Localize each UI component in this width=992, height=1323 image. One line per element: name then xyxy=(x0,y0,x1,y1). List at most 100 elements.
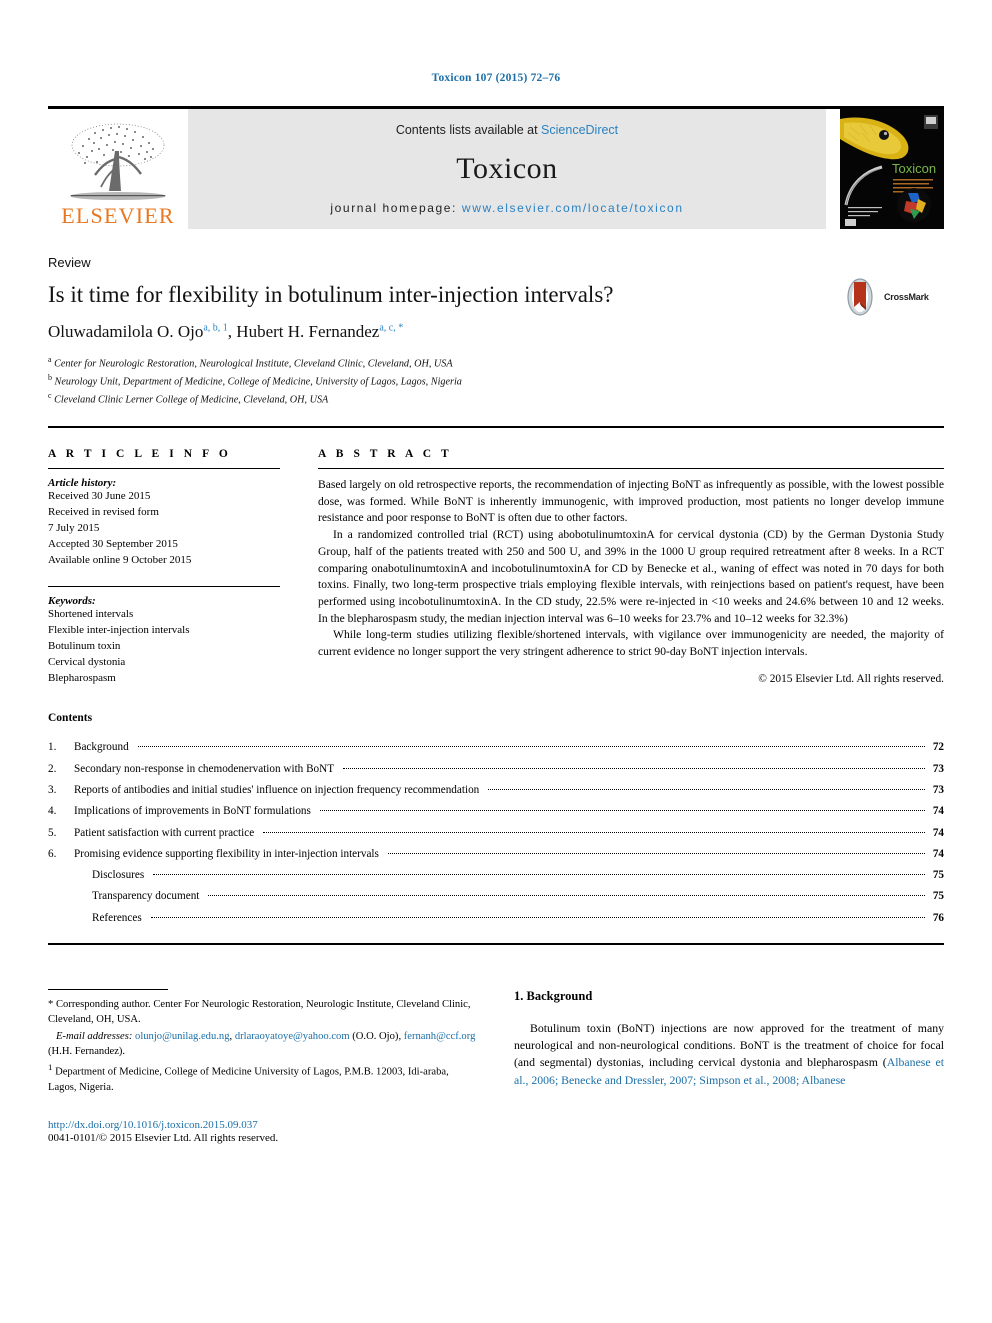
toc-number: 1. xyxy=(48,741,57,754)
abstract-paragraph: In a randomized controlled trial (RCT) u… xyxy=(318,528,944,625)
toc-label[interactable]: Secondary non-response in chemodenervati… xyxy=(74,759,339,780)
toc-item[interactable]: Transparency document 75 xyxy=(48,886,944,907)
article-history-item: Received in revised form xyxy=(48,506,159,518)
keywords-rule xyxy=(48,585,280,587)
toc-number: 3. xyxy=(48,784,57,796)
email-label: E-mail addresses: xyxy=(55,1031,133,1043)
issn-copyright: 0041-0101/© 2015 Elsevier Ltd. All right… xyxy=(48,1131,279,1144)
elsevier-logo: ELSEVIER xyxy=(48,109,188,229)
toc-label[interactable]: Reports of antibodies and initial studie… xyxy=(74,780,484,801)
email-link[interactable]: drlaraoyatoye@yahoo.com xyxy=(235,1031,350,1042)
contents-heading: Contents xyxy=(48,712,93,725)
abstract-paragraph: While long-term studies utilizing flexib… xyxy=(318,628,944,658)
page-content: Toxicon 107 (2015) 72–76 ELSEVIER Conten… xyxy=(48,0,944,1144)
crossmark-icon[interactable] xyxy=(840,277,880,317)
article-info-rule xyxy=(48,468,280,470)
toc-leader-dots xyxy=(153,874,925,876)
title-block: Review Is it time for flexibility in bot… xyxy=(48,255,944,408)
author-affil-marks[interactable]: a, b, 1 xyxy=(203,323,227,334)
toc-item[interactable]: 2. Secondary non-response in chemodenerv… xyxy=(48,759,944,780)
article-history-item: Accepted 30 September 2015 xyxy=(48,537,178,550)
author-affil-marks[interactable]: a, c, * xyxy=(379,323,403,334)
toc-label[interactable]: Background xyxy=(74,737,134,758)
affiliation-text: Neurology Unit, Department of Medicine, … xyxy=(54,376,462,388)
journal-banner-center: Contents lists available at ScienceDirec… xyxy=(188,109,826,229)
email-note: E-mail addresses: olunjo@unilag.edu.ng, … xyxy=(48,1031,476,1058)
toc-label[interactable]: Transparency document xyxy=(74,886,204,907)
article-type: Review xyxy=(48,255,91,270)
journal-banner: ELSEVIER Contents lists available at Sci… xyxy=(48,106,944,229)
abstract-paragraph: Based largely on old retrospective repor… xyxy=(318,478,944,525)
divider-above-abstract xyxy=(48,426,944,429)
corresponding-text: Corresponding author. Center For Neurolo… xyxy=(48,998,471,1025)
keyword-item: Shortened intervals xyxy=(48,607,134,620)
toc-leader-dots xyxy=(208,895,925,897)
article-info-heading: A R T I C L E I N F O xyxy=(48,448,232,461)
article-history-item: Received 30 June 2015 xyxy=(48,490,151,503)
toc-leader-dots xyxy=(387,852,925,854)
toc-item[interactable]: 6. Promising evidence supporting flexibi… xyxy=(48,844,944,865)
affiliation-mark: a xyxy=(48,355,52,365)
contents-available-line: Contents lists available at ScienceDirec… xyxy=(396,123,618,137)
email-owner: (O.O. Ojo) xyxy=(352,1031,399,1043)
journal-cover-image: Toxicon xyxy=(840,109,944,229)
elsevier-wordmark: ELSEVIER xyxy=(61,203,175,228)
crossmark-label: CrossMark xyxy=(884,292,929,302)
contents-available-prefix: Contents lists available at xyxy=(395,123,542,137)
toc-item[interactable]: 1. Background 72 xyxy=(48,737,944,758)
author-name: Hubert H. Fernandez xyxy=(236,322,380,342)
toc-item[interactable]: References 76 xyxy=(48,908,944,929)
toc-label[interactable]: Patient satisfaction with current practi… xyxy=(74,823,259,844)
journal-homepage-link[interactable]: www.elsevier.com/locate/toxicon xyxy=(462,201,684,215)
table-of-contents: Contents 1. Background 72 2. Secondary n… xyxy=(48,712,944,929)
affiliation-item: a Center for Neurologic Restoration, Neu… xyxy=(48,354,944,372)
email-owner: (H.H. Fernandez). xyxy=(48,1046,126,1058)
body-column: 1. Background Botulinum toxin (BoNT) inj… xyxy=(514,989,944,1144)
toc-item[interactable]: 3. Reports of antibodies and initial stu… xyxy=(48,780,944,801)
toc-label[interactable]: Disclosures xyxy=(74,865,149,886)
toc-page-number: 74 xyxy=(932,847,944,860)
toc-number: 5. xyxy=(48,826,57,839)
crossmark-badge[interactable]: CrossMark xyxy=(840,275,944,319)
toc-number: 6. xyxy=(48,847,57,860)
keyword-item: Cervical dystonia xyxy=(48,655,126,668)
toc-label[interactable]: Promising evidence supporting flexibilit… xyxy=(74,844,384,865)
journal-homepage-line: journal homepage: www.elsevier.com/locat… xyxy=(330,201,683,215)
divider-below-contents xyxy=(48,942,944,945)
affiliation-mark: c xyxy=(48,391,52,401)
sciencedirect-link[interactable]: ScienceDirect xyxy=(541,123,618,137)
toc-page-number: 73 xyxy=(932,784,944,796)
corresponding-author-note: * Corresponding author. Center For Neuro… xyxy=(48,997,478,1027)
doi-link[interactable]: http://dx.doi.org/10.1016/j.toxicon.2015… xyxy=(48,1119,478,1131)
article-history-item: Available online 9 October 2015 xyxy=(48,553,192,566)
numbered-footnote: 1 Department of Medicine, College of Med… xyxy=(48,1061,478,1095)
email-link[interactable]: fernanh@ccf.org xyxy=(404,1031,476,1042)
toc-label[interactable]: References xyxy=(74,908,147,929)
abstract-column: A B S T R A C T Based largely on old ret… xyxy=(318,448,944,686)
toc-page-number: 75 xyxy=(932,869,944,882)
svg-text:Toxicon: Toxicon xyxy=(892,161,936,176)
affiliation-mark: b xyxy=(48,373,52,383)
toc-item[interactable]: Disclosures 75 xyxy=(48,865,944,886)
email-link[interactable]: olunjo@unilag.edu.ng xyxy=(135,1031,230,1042)
article-info-column: A R T I C L E I N F O Article history: R… xyxy=(48,448,318,686)
body-paragraph-text: Botulinum toxin (BoNT) injections are no… xyxy=(514,1020,944,1070)
toc-label[interactable]: Implications of improvements in BoNT for… xyxy=(74,801,316,822)
affiliation-text: Center for Neurologic Restoration, Neuro… xyxy=(54,358,453,370)
paper-page: Toxicon 107 (2015) 72–76 ELSEVIER Conten… xyxy=(0,0,992,1323)
toc-item[interactable]: 4. Implications of improvements in BoNT … xyxy=(48,801,944,822)
page-title: Is it time for flexibility in botulinum … xyxy=(48,282,614,307)
keyword-item: Botulinum toxin xyxy=(48,639,121,652)
abstract-rule xyxy=(318,468,944,470)
toc-page-number: 73 xyxy=(932,762,944,775)
abstract-heading: A B S T R A C T xyxy=(318,448,453,461)
toc-leader-dots xyxy=(263,831,925,833)
toc-leader-dots xyxy=(137,746,925,748)
keywords-label: Keywords: xyxy=(48,594,96,607)
journal-cover-art: Toxicon xyxy=(840,109,944,229)
toc-leader-dots xyxy=(319,810,925,812)
affiliation-item: b Neurology Unit, Department of Medicine… xyxy=(48,372,944,390)
toc-page-number: 76 xyxy=(932,911,944,924)
toc-item[interactable]: 5. Patient satisfaction with current pra… xyxy=(48,823,944,844)
affiliation-list: a Center for Neurologic Restoration, Neu… xyxy=(48,354,944,408)
